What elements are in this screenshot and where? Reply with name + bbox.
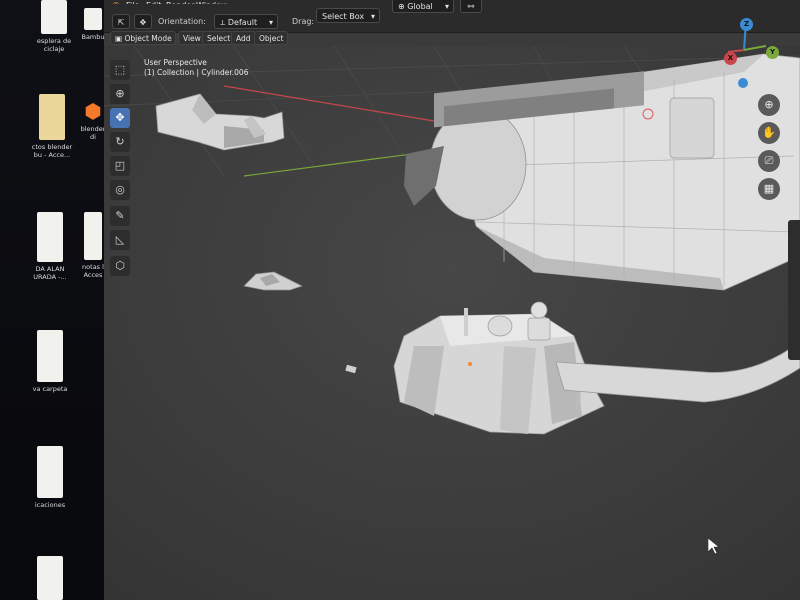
perspective-label: User Perspective	[144, 58, 207, 67]
desktop-icon-label: esplera de ciclaje	[36, 37, 72, 53]
global-icon: ⊕	[398, 2, 408, 11]
annotate-tool-icon[interactable]: ✎	[110, 206, 130, 226]
desktop-file-extra[interactable]	[26, 556, 74, 600]
rotate-tool-icon[interactable]: ↻	[110, 132, 130, 152]
file-icon	[84, 8, 102, 30]
move-tool-icon[interactable]: ✥	[110, 108, 130, 128]
move-tool-icon[interactable]: ✥	[134, 14, 152, 29]
drag-dropdown[interactable]: Select Box ▾	[316, 8, 380, 23]
select-tool-icon[interactable]: ⇱	[112, 14, 130, 29]
transform-orientation-dropdown[interactable]: ⊕ Global ▾	[392, 0, 454, 13]
orientation-dropdown[interactable]: ⟂ Default ▾	[214, 14, 278, 29]
desktop-area: esplera de ciclaje Bambu ctos blender bu…	[0, 0, 105, 600]
desktop-file-reciclaje[interactable]: esplera de ciclaje	[30, 0, 78, 53]
chevron-down-icon: ▾	[444, 2, 449, 11]
add-cube-tool-icon[interactable]: ⬡	[110, 256, 130, 276]
orientation-value: Default	[227, 18, 258, 27]
desktop-folder-nueva[interactable]: va carpeta	[26, 330, 74, 393]
desktop-icon-label: va carpeta	[32, 385, 68, 393]
scale-tool-icon[interactable]: ◰	[110, 156, 130, 176]
viewport-header: ▣ Object Mode View Select Add Object	[104, 30, 800, 46]
file-icon	[41, 0, 67, 34]
blender-logo-icon: ⬢	[84, 99, 102, 123]
3d-viewport[interactable]: User Perspective (1) Collection | Cylind…	[104, 18, 800, 600]
menu-object[interactable]: Object	[254, 31, 289, 45]
file-icon	[84, 212, 102, 260]
orientation-icon: ⟂	[220, 18, 228, 27]
desktop-file-aplicaciones[interactable]: icaciones	[26, 446, 74, 509]
transform-value: Global	[407, 2, 433, 11]
music-file-icon	[37, 330, 63, 382]
gizmo-x-icon[interactable]: X	[724, 52, 737, 65]
measure-tool-icon[interactable]: ◺	[110, 230, 130, 250]
blender-window: ◉ File Edit Render Window ⇱ ✥ Orientatio…	[104, 0, 800, 600]
tool-shelf: ⬚ ⊕ ✥ ↻ ◰ ◎ ✎ ◺ ⬡	[110, 60, 132, 280]
desktop-icon-label: DA ALAN URADA -...	[33, 265, 67, 281]
menu-add[interactable]: Add	[231, 31, 256, 45]
desktop-icon-label: icaciones	[34, 501, 66, 509]
orientation-label: Orientation:	[158, 17, 206, 26]
tool-header: ⇱ ✥ Orientation: ⟂ Default ▾ Drag: Selec…	[104, 0, 800, 33]
desktop-file-alan[interactable]: DA ALAN URADA -...	[26, 212, 74, 281]
desktop-folder-proyectos[interactable]: ctos blender bu - Acce...	[28, 94, 76, 159]
desktop-icon-label: ctos blender bu - Acce...	[31, 143, 73, 159]
gizmo-y-icon[interactable]: Y	[766, 46, 779, 59]
photo-stage: esplera de ciclaje Bambu ctos blender bu…	[0, 0, 800, 600]
pivot-icon[interactable]: ⚯	[460, 0, 482, 13]
chevron-down-icon: ▾	[268, 18, 273, 27]
sidebar-collapsed-tab[interactable]	[788, 220, 800, 360]
viewport-scene	[104, 46, 800, 600]
drag-value: Select Box	[322, 12, 365, 21]
gizmo-z-icon[interactable]: Z	[740, 18, 753, 31]
select-box-tool-icon[interactable]: ⬚	[110, 60, 130, 80]
chevron-down-icon: ▾	[370, 12, 375, 21]
zoom-icon[interactable]: ⊕	[758, 94, 780, 116]
active-object-label: (1) Collection | Cylinder.006	[144, 68, 249, 77]
grid-view-icon[interactable]: ▦	[758, 178, 780, 200]
edge-shortcut-icon	[37, 446, 63, 498]
file-icon	[37, 212, 63, 262]
file-icon	[39, 94, 65, 140]
transform-tool-icon[interactable]: ◎	[110, 180, 130, 200]
drag-label: Drag:	[292, 17, 315, 26]
camera-icon[interactable]: ⎚	[758, 150, 780, 172]
cursor-tool-icon[interactable]: ⊕	[110, 84, 130, 104]
mode-dropdown[interactable]: ▣ Object Mode	[110, 31, 176, 45]
mode-value: Object Mode	[124, 34, 172, 43]
pan-hand-icon[interactable]: ✋	[758, 122, 780, 144]
file-icon	[37, 556, 63, 600]
viewport-info: User Perspective (1) Collection | Cylind…	[144, 58, 248, 78]
gizmo-negative-z-icon[interactable]	[738, 78, 748, 88]
